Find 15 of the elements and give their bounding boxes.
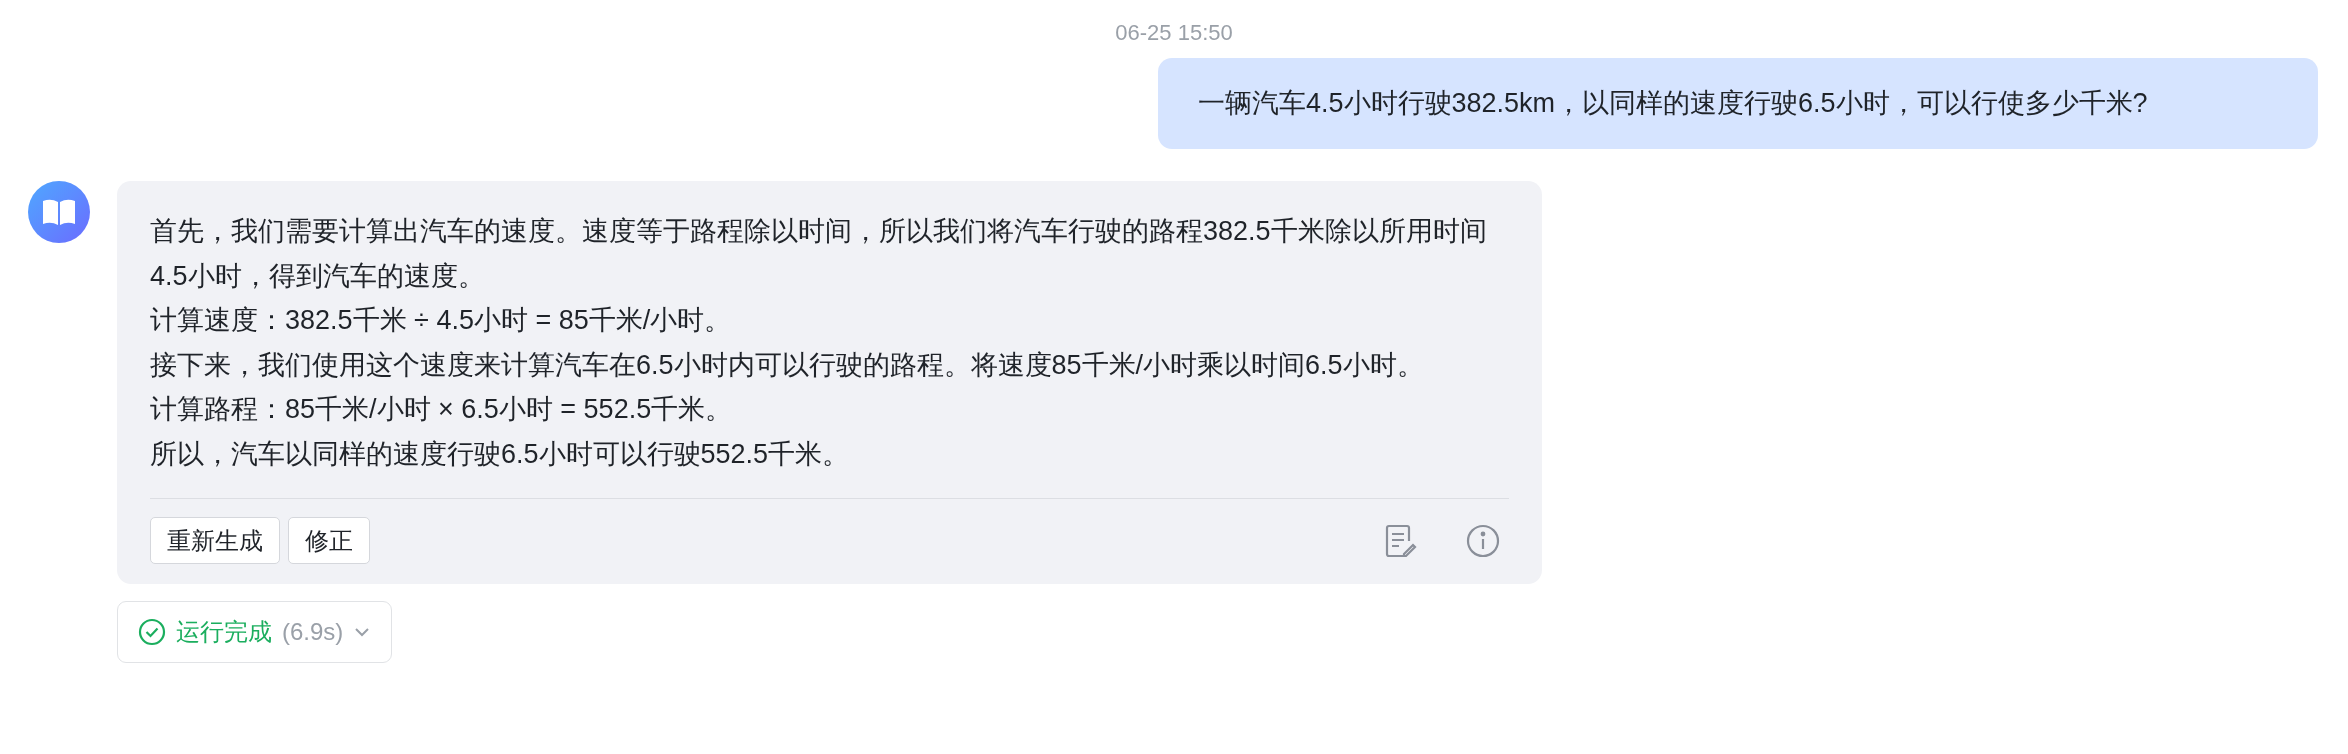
check-circle-icon — [138, 618, 166, 646]
status-label: 运行完成 — [176, 617, 272, 647]
reply-paragraph: 计算路程：85千米/小时 × 6.5小时 = 552.5千米。 — [150, 393, 734, 426]
bot-avatar-icon — [28, 181, 90, 243]
reply-paragraph: 计算速度：382.5千米 ÷ 4.5小时 = 85千米/小时。 — [150, 304, 733, 337]
action-button[interactable]: 修正 — [288, 517, 370, 564]
reply-paragraph: 所以，汽车以同样的速度行驶6.5小时可以行驶552.5千米。 — [150, 437, 851, 471]
timestamp: 06-25 15:50 — [1114, 19, 1234, 47]
user-message: 一辆汽车4.5小时行驶382.5km，以同样的速度行驶6.5小时，可以行使多少千米? — [1158, 58, 2318, 149]
duration-label: (6.9s) — [282, 617, 344, 647]
reply-paragraph: 接下来，我们使用这个速度来计算汽车在6.5小时内可以行驶的路程。将速度85千米/小时乘以时间6.5小时。 — [150, 348, 1425, 382]
document-edit-icon[interactable] — [1383, 522, 1417, 559]
action-button[interactable]: 重新生成 — [150, 517, 280, 564]
info-icon[interactable] — [1465, 522, 1501, 559]
reply-paragraph: 首先，我们需要计算出汽车的速度。速度等于路程除以时间，所以我们将汽车行驶的路程382.5千米除以所用时间4.5小时，得到汽车的速度。 — [150, 215, 1488, 293]
